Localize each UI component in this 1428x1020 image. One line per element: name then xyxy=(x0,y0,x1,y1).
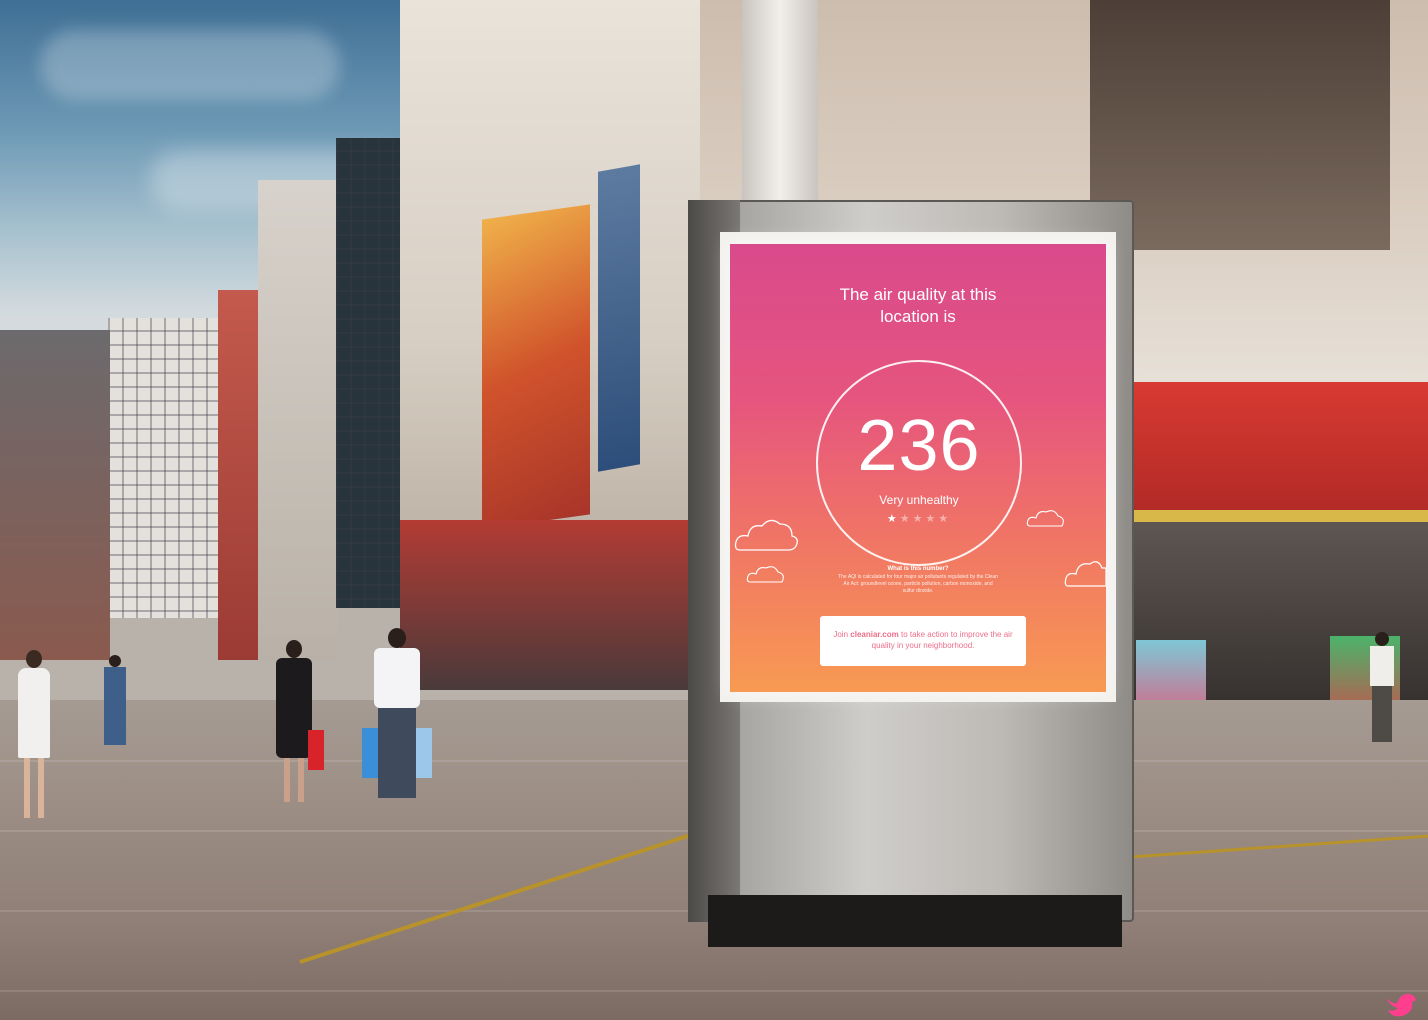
red-sign-building xyxy=(218,290,258,660)
aqi-value: 236 xyxy=(857,406,981,486)
tower-building xyxy=(108,318,218,618)
person-distant xyxy=(100,655,130,745)
left-shops xyxy=(0,330,110,660)
cta-box[interactable]: Join cleaniar.com to take action to impr… xyxy=(820,616,1026,666)
mall-billboard xyxy=(482,204,590,530)
person-right xyxy=(1362,632,1402,742)
lighthouse-tower xyxy=(742,0,818,210)
person-white-dress xyxy=(14,650,54,820)
mall-billboard-2 xyxy=(598,164,640,472)
street-scene: The air quality at this location is 236 … xyxy=(0,0,1428,1020)
yellow-strip xyxy=(1110,510,1428,522)
right-building-dark xyxy=(1090,0,1390,250)
cta-text: Join cleaniar.com to take action to impr… xyxy=(830,629,1016,651)
cta-prefix: Join xyxy=(833,630,849,639)
bird-icon xyxy=(1386,994,1416,1017)
cta-link[interactable]: cleaniar.com xyxy=(850,630,898,639)
aqi-label: Very unhealthy xyxy=(879,493,959,507)
info-body: The AQI is calculated for four major air… xyxy=(838,574,998,594)
aqi-circle: 236 Very unhealthy ★★★★★ xyxy=(816,360,1022,566)
aqi-rating-stars: ★★★★★ xyxy=(818,512,1020,525)
headline: The air quality at this location is xyxy=(730,284,1106,328)
air-quality-screen: The air quality at this location is 236 … xyxy=(730,244,1106,692)
person-white-shirt xyxy=(362,628,432,804)
cloud-icon xyxy=(734,519,798,551)
info-title: What is this number? xyxy=(887,566,949,572)
star-filled-icon: ★ xyxy=(886,513,900,525)
glass-tower xyxy=(336,138,408,608)
shop-row xyxy=(400,520,700,690)
headline-text: The air quality at this location is xyxy=(839,285,997,326)
cloud-icon xyxy=(1026,510,1064,527)
person-black-dress xyxy=(268,640,324,805)
cloud-icon xyxy=(1064,561,1106,587)
red-band xyxy=(1110,382,1428,510)
mid-building xyxy=(258,180,338,660)
star-empty-icon: ★★★★ xyxy=(899,513,952,525)
kiosk-base xyxy=(708,895,1122,947)
